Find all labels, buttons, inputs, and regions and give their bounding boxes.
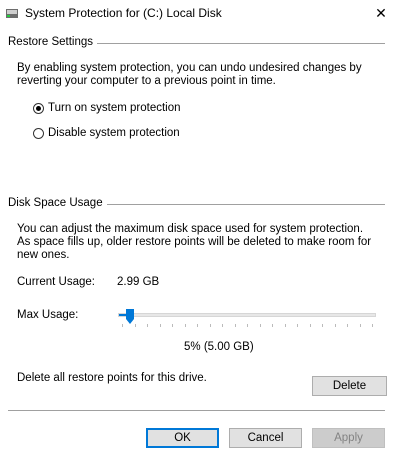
slider-tick bbox=[222, 324, 223, 327]
slider-tick bbox=[122, 324, 123, 327]
slider-thumb[interactable] bbox=[125, 309, 134, 324]
slider-tick bbox=[372, 324, 373, 327]
footer-divider bbox=[8, 410, 385, 411]
drive-icon bbox=[6, 9, 18, 18]
slider-tick bbox=[184, 324, 186, 327]
slider-tick bbox=[172, 324, 173, 327]
disk-space-description: You can adjust the maximum disk space us… bbox=[17, 223, 372, 261]
ok-button[interactable]: OK bbox=[146, 428, 219, 448]
radio-button-unchecked[interactable] bbox=[33, 127, 44, 139]
slider-tick bbox=[284, 324, 286, 327]
radio-disable-protection[interactable]: Disable system protection bbox=[33, 127, 180, 139]
radio-button-checked[interactable] bbox=[33, 102, 44, 114]
radio-label: Disable system protection bbox=[48, 127, 180, 139]
slider-tick bbox=[272, 324, 273, 327]
slider-tick bbox=[322, 324, 323, 327]
close-button[interactable]: ✕ bbox=[366, 0, 396, 26]
radio-turn-on-protection[interactable]: Turn on system protection bbox=[33, 102, 181, 114]
slider-tick bbox=[234, 324, 236, 327]
max-usage-label: Max Usage: bbox=[17, 309, 79, 321]
radio-label: Turn on system protection bbox=[48, 102, 181, 114]
slider-ticks bbox=[118, 324, 376, 328]
restore-settings-heading: Restore Settings bbox=[8, 36, 98, 48]
slider-tick bbox=[334, 324, 336, 327]
slider-tick bbox=[259, 324, 261, 327]
window-title: System Protection for (C:) Local Disk bbox=[25, 6, 222, 20]
group-divider bbox=[92, 43, 385, 44]
title-bar: System Protection for (C:) Local Disk ✕ bbox=[0, 0, 396, 28]
slider-tick bbox=[247, 324, 248, 327]
max-usage-slider-track[interactable] bbox=[118, 313, 376, 317]
current-usage-label: Current Usage: bbox=[17, 276, 95, 288]
slider-tick bbox=[209, 324, 211, 327]
delete-button[interactable]: Delete bbox=[312, 376, 387, 396]
group-divider bbox=[97, 204, 385, 205]
delete-restore-points-text: Delete all restore points for this drive… bbox=[17, 372, 207, 384]
slider-tick bbox=[309, 324, 311, 327]
restore-settings-description: By enabling system protection, you can u… bbox=[17, 62, 362, 87]
apply-button: Apply bbox=[312, 428, 385, 448]
disk-space-heading: Disk Space Usage bbox=[8, 197, 107, 209]
slider-tick bbox=[197, 324, 198, 327]
slider-tick bbox=[159, 324, 161, 327]
current-usage-value: 2.99 GB bbox=[117, 276, 160, 288]
slider-tick bbox=[297, 324, 298, 327]
max-usage-value: 5% (5.00 GB) bbox=[184, 341, 254, 353]
slider-tick bbox=[347, 324, 348, 327]
slider-tick bbox=[359, 324, 361, 327]
cancel-button[interactable]: Cancel bbox=[229, 428, 302, 448]
slider-tick bbox=[147, 324, 148, 327]
slider-tick bbox=[134, 324, 136, 327]
close-icon: ✕ bbox=[375, 4, 387, 21]
